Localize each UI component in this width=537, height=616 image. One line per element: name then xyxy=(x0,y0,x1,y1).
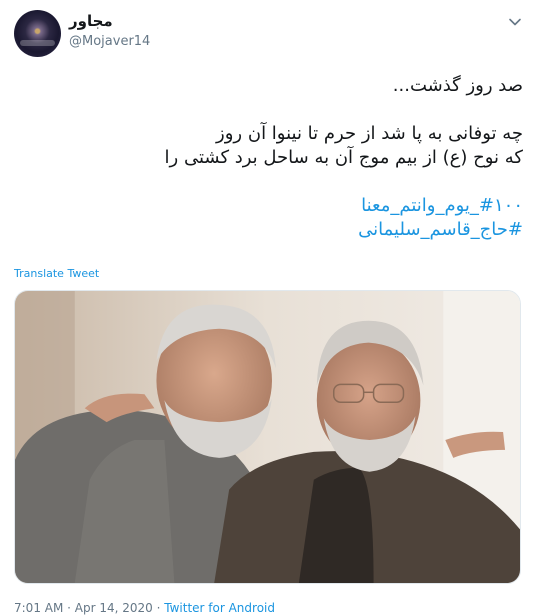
tweet-line-1: صد روز گذشت... xyxy=(392,75,523,96)
hashtag-link-1[interactable]: #۱۰۰_یوم_وانتم_معنا xyxy=(18,194,523,218)
tweet-line-gap xyxy=(18,98,523,122)
tweet-line-2: چه توفانی به پا شد از حرم تا نینوا آن رو… xyxy=(216,123,523,144)
tweet-line-gap xyxy=(18,170,523,194)
tweet-meta: 7:01 AM · Apr 14, 2020 · Twitter for And… xyxy=(14,601,275,615)
hashtag-link-2[interactable]: #حاج_قاسم_سلیمانی xyxy=(18,218,523,242)
chevron-down-icon[interactable] xyxy=(507,14,523,30)
tweet-time[interactable]: 7:01 AM xyxy=(14,601,63,615)
user-handle[interactable]: @Mojaver14 xyxy=(69,34,150,49)
translate-tweet-link[interactable]: Translate Tweet xyxy=(14,267,99,280)
tweet-text: صد روز گذشت... چه توفانی به پا شد از حرم… xyxy=(18,74,523,242)
tweet-source-link[interactable]: Twitter for Android xyxy=(164,601,275,615)
avatar[interactable] xyxy=(14,10,61,57)
photo-two-men-embracing xyxy=(15,291,520,583)
tweet-photo[interactable] xyxy=(14,290,521,584)
meta-separator: · xyxy=(63,601,75,615)
meta-separator: · xyxy=(152,601,165,615)
tweet-line-3: که نوح (ع) از بیم موج آن به ساحل برد کشت… xyxy=(164,147,523,168)
display-name[interactable]: مجاور xyxy=(69,12,113,30)
tweet-date[interactable]: Apr 14, 2020 xyxy=(75,601,153,615)
